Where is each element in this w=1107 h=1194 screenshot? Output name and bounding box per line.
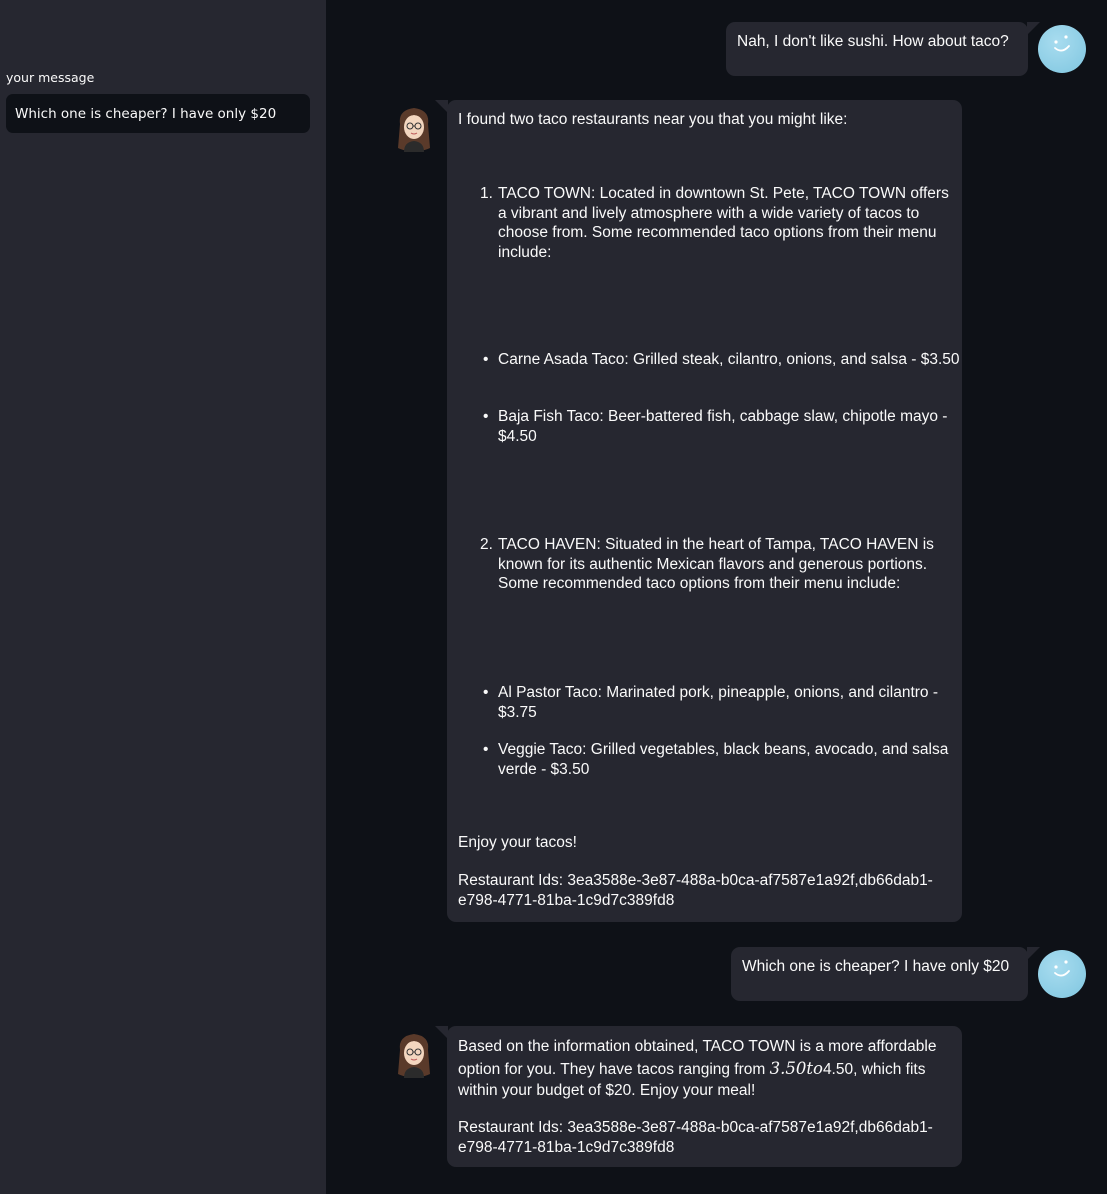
sidebar: your message [0, 0, 326, 1194]
list-item: • Al Pastor Taco: Marinated pork, pineap… [483, 684, 938, 721]
user-message-text: Nah, I don't like sushi. How about taco? [737, 33, 1009, 50]
chat-area: Nah, I don't like sushi. How about taco?… [326, 0, 1107, 1194]
list-item-text: TACO HAVEN: Situated in the heart of Tam… [498, 536, 934, 592]
message-input[interactable] [6, 94, 310, 133]
assistant-message-text: Based on the information obtained, TACO … [458, 1038, 937, 1099]
list-item: • Veggie Taco: Grilled vegetables, black… [483, 741, 949, 778]
message-input-label: your message [6, 70, 95, 85]
user-message-bubble: Which one is cheaper? I have only $20 [731, 947, 1040, 1001]
smiley-face-avatar-icon [1038, 950, 1086, 998]
math-text: 3.50to [769, 1058, 823, 1078]
woman-with-glasses-avatar-icon [392, 1030, 436, 1078]
user-message-bubble: Nah, I don't like sushi. How about taco? [726, 22, 1040, 76]
list-item-text: Baja Fish Taco: Beer-battered fish, cabb… [498, 408, 948, 445]
smiley-face-avatar-icon [1038, 25, 1086, 73]
restaurant-ids-text: Restaurant Ids: 3ea3588e-3e87-488a-b0ca-… [458, 1119, 933, 1156]
list-item-text: Carne Asada Taco: Grilled steak, cilantr… [498, 351, 960, 368]
user-message-text: Which one is cheaper? I have only $20 [742, 958, 1010, 975]
list-item: • Carne Asada Taco: Grilled steak, cilan… [483, 351, 960, 368]
restaurant-ids-text: Restaurant Ids: 3ea3588e-3e87-488a-b0ca-… [458, 872, 933, 909]
assistant-intro-text: I found two taco restaurants near you th… [458, 111, 848, 128]
woman-with-glasses-avatar-icon [392, 104, 436, 152]
assistant-outro-text: Enjoy your tacos! [458, 834, 577, 851]
list-item-text: TACO TOWN: Located in downtown St. Pete,… [498, 185, 949, 261]
assistant-message-bubble: Based on the information obtained, TACO … [435, 1026, 962, 1167]
assistant-message-bubble: I found two taco restaurants near you th… [435, 100, 962, 922]
list-item-text: Al Pastor Taco: Marinated pork, pineappl… [498, 684, 938, 721]
list-item-text: Veggie Taco: Grilled vegetables, black b… [498, 741, 949, 778]
list-item: • Baja Fish Taco: Beer-battered fish, ca… [483, 408, 948, 445]
list-item: 1. TACO TOWN: Located in downtown St. Pe… [480, 185, 949, 261]
list-item: 2. TACO HAVEN: Situated in the heart of … [480, 536, 934, 592]
